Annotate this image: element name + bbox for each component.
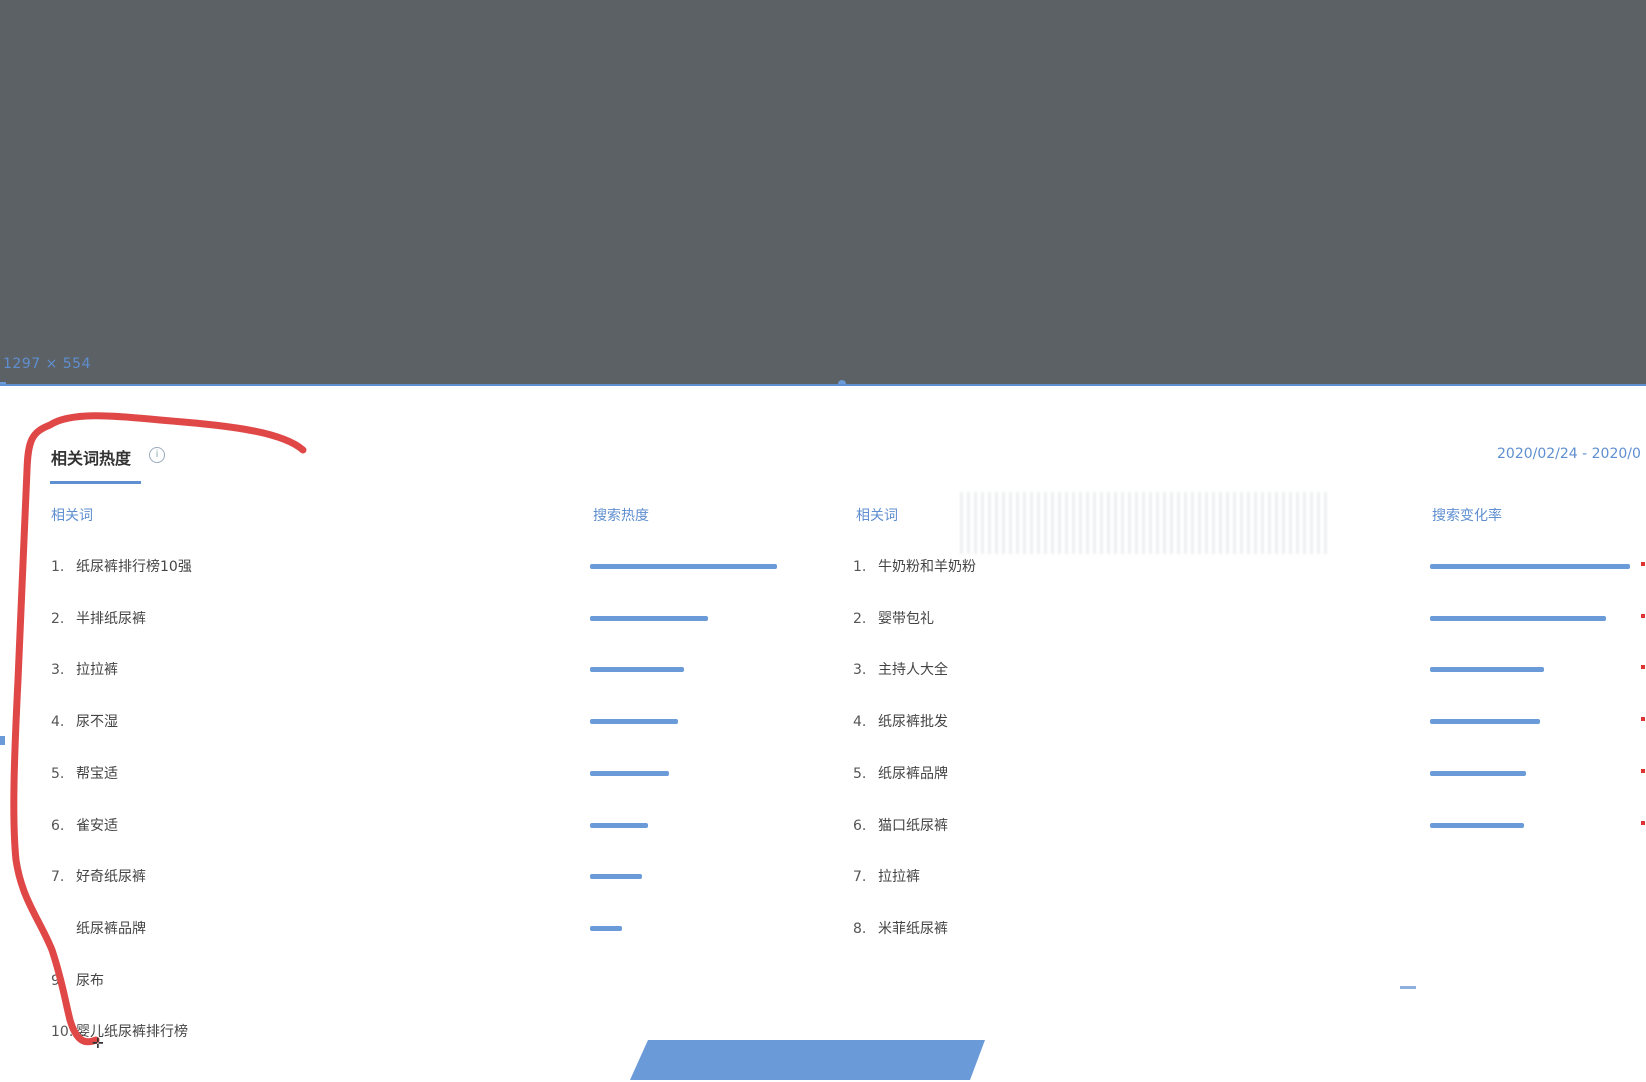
right-row-3[interactable]: 3. 主持人大全: [853, 659, 948, 679]
left-metric-bar: [590, 564, 777, 569]
left-metric-bar: [590, 771, 669, 776]
left-row-number: 4.: [51, 714, 65, 730]
left-row-label: 雀安适: [76, 818, 118, 834]
selection-size-label: 1297 × 554: [3, 356, 91, 372]
stray-mark: [1400, 986, 1416, 989]
right-row-number: 6.: [853, 818, 867, 834]
left-metric-bar: [590, 719, 678, 724]
left-row-label: 好奇纸尿裤: [76, 869, 146, 885]
change-indicator-icon: [1641, 717, 1645, 721]
right-metric-bar: [1430, 771, 1526, 776]
change-indicator-icon: [1641, 665, 1645, 669]
left-row-label: 纸尿裤排行榜10强: [76, 559, 192, 575]
left-row-6[interactable]: 6. 雀安适: [51, 815, 118, 835]
right-metric-bar: [1430, 667, 1544, 672]
mouse-cursor-icon: ✛: [92, 1036, 104, 1052]
right-row-label: 纸尿裤品牌: [878, 766, 948, 782]
related-words-panel: [0, 384, 1646, 1082]
left-row-label: 尿布: [76, 973, 104, 989]
title-underline: [50, 481, 141, 484]
left-row-8[interactable]: 纸尿裤品牌: [51, 918, 146, 938]
right-row-8[interactable]: 8. 米菲纸尿裤: [853, 918, 948, 938]
right-row-label: 主持人大全: [878, 662, 948, 678]
left-col-word-header: 相关词: [51, 508, 93, 524]
left-row-3[interactable]: 3. 拉拉裤: [51, 659, 118, 679]
left-row-2[interactable]: 2. 半排纸尿裤: [51, 608, 146, 628]
date-range[interactable]: 2020/02/24 - 2020/0: [1497, 446, 1646, 462]
left-metric-bar: [590, 926, 622, 931]
right-row-label: 牛奶粉和羊奶粉: [878, 559, 976, 575]
right-row-number: 4.: [853, 714, 867, 730]
right-row-6[interactable]: 6. 猫口纸尿裤: [853, 815, 948, 835]
right-row-label: 纸尿裤批发: [878, 714, 948, 730]
right-col-word-header: 相关词: [856, 508, 898, 524]
change-indicator-icon: [1641, 614, 1645, 618]
resize-handle-left[interactable]: [0, 736, 5, 745]
right-row-label: 米菲纸尿裤: [878, 921, 948, 937]
left-row-number: 3.: [51, 662, 65, 678]
left-row-number: 6.: [51, 818, 65, 834]
left-row-1[interactable]: 1. 纸尿裤排行榜10强: [51, 556, 192, 576]
right-row-number: 8.: [853, 921, 867, 937]
right-row-4[interactable]: 4. 纸尿裤批发: [853, 711, 948, 731]
right-row-label: 婴带包礼: [878, 611, 934, 627]
left-row-number: 10.: [51, 1024, 74, 1040]
left-metric-bar: [590, 616, 708, 621]
left-row-number: 7.: [51, 869, 65, 885]
left-row-7[interactable]: 7. 好奇纸尿裤: [51, 866, 146, 886]
left-row-label: 纸尿裤品牌: [76, 921, 146, 937]
right-row-number: 2.: [853, 611, 867, 627]
left-row-10[interactable]: 10. 婴儿纸尿裤排行榜: [51, 1021, 188, 1041]
left-row-label: 拉拉裤: [76, 662, 118, 678]
left-row-9[interactable]: 9. 尿布: [51, 970, 104, 990]
change-indicator-icon: [1641, 562, 1645, 566]
left-col-metric-header: 搜索热度: [593, 508, 649, 524]
right-row-number: 3.: [853, 662, 867, 678]
right-row-label: 猫口纸尿裤: [878, 818, 948, 834]
left-metric-bar: [590, 667, 684, 672]
right-row-2[interactable]: 2. 婴带包礼: [853, 608, 934, 628]
left-row-label: 尿不湿: [76, 714, 118, 730]
right-metric-bar: [1430, 823, 1524, 828]
right-metric-bar: [1430, 719, 1540, 724]
right-row-7[interactable]: 7. 拉拉裤: [853, 866, 920, 886]
left-row-number: 1.: [51, 559, 65, 575]
left-row-number: 5.: [51, 766, 65, 782]
left-row-label: 帮宝适: [76, 766, 118, 782]
left-row-number: 2.: [51, 611, 65, 627]
right-row-number: 1.: [853, 559, 867, 575]
right-row-number: 5.: [853, 766, 867, 782]
left-row-4[interactable]: 4. 尿不湿: [51, 711, 118, 731]
left-metric-bar: [590, 874, 642, 879]
left-row-5[interactable]: 5. 帮宝适: [51, 763, 118, 783]
panel-title: 相关词热度: [51, 449, 132, 468]
change-indicator-icon: [1641, 769, 1645, 773]
right-row-label: 拉拉裤: [878, 869, 920, 885]
right-row-5[interactable]: 5. 纸尿裤品牌: [853, 763, 948, 783]
right-row-1[interactable]: 1. 牛奶粉和羊奶粉: [853, 556, 976, 576]
right-col-metric-header: 搜索变化率: [1432, 508, 1502, 524]
blurred-watermark: [960, 492, 1330, 554]
right-metric-bar: [1430, 616, 1606, 621]
left-row-label: 半排纸尿裤: [76, 611, 146, 627]
right-row-number: 7.: [853, 869, 867, 885]
left-metric-bar: [590, 823, 648, 828]
left-row-number: 9.: [51, 973, 65, 989]
right-metric-bar: [1430, 564, 1630, 569]
info-icon[interactable]: i: [149, 447, 165, 463]
change-indicator-icon: [1641, 821, 1645, 825]
